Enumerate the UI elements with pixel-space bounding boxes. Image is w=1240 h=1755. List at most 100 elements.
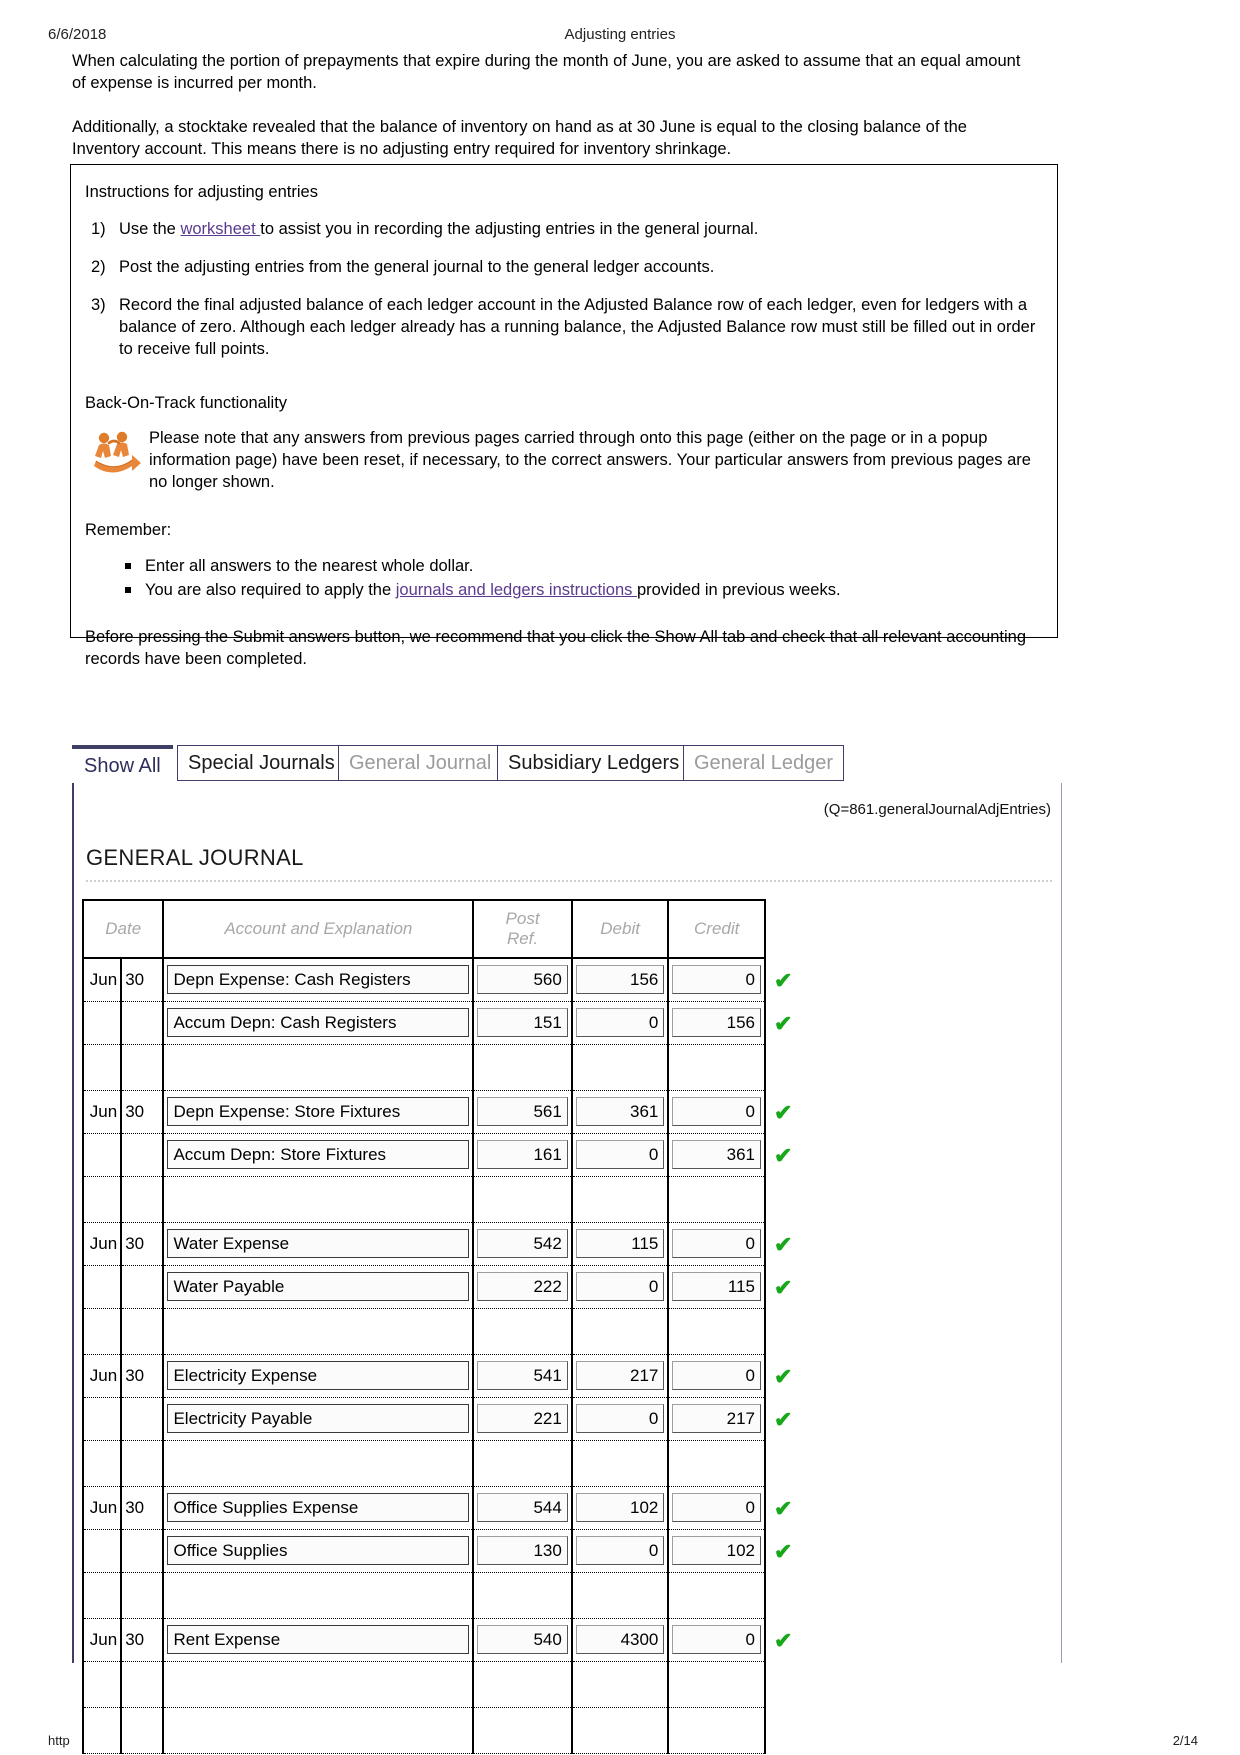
credit-input[interactable]: 0 <box>672 1493 761 1522</box>
cell-date-month: Jun <box>81 1618 123 1662</box>
tab-general-journal[interactable]: General Journal <box>338 745 503 781</box>
cell-date-month <box>81 1397 123 1441</box>
tab-general-ledger[interactable]: General Ledger <box>683 745 844 781</box>
cell-post-ref: 544 <box>472 1486 573 1530</box>
post-ref-input[interactable]: 544 <box>477 1493 568 1522</box>
worksheet-link[interactable]: worksheet <box>180 220 260 238</box>
cell-post-ref <box>472 1707 573 1754</box>
account-input[interactable]: Water Expense <box>167 1229 470 1258</box>
credit-input[interactable]: 0 <box>672 1097 761 1126</box>
tab-special-journals[interactable]: Special Journals <box>177 745 346 781</box>
row-correct-check-icon: ✔ <box>774 1010 793 1036</box>
instruction-text-2: Post the adjusting entries from the gene… <box>119 258 715 276</box>
journals-and-ledgers-instructions-link[interactable]: journals and ledgers instructions <box>396 581 637 599</box>
cell-debit: 0 <box>570 1133 670 1177</box>
debit-input[interactable]: 0 <box>575 1008 665 1037</box>
credit-input[interactable]: 217 <box>672 1404 761 1433</box>
remember-text-2-post: provided in previous weeks. <box>636 581 841 599</box>
print-title: Adjusting entries <box>564 26 676 43</box>
row-correct-check-icon: ✔ <box>774 1363 793 1389</box>
cell-debit <box>570 1661 670 1708</box>
intro-text: When calculating the portion of prepayme… <box>72 50 1034 182</box>
account-input[interactable]: Office Supplies <box>167 1536 470 1565</box>
account-input[interactable]: Accum Depn: Cash Registers <box>167 1008 470 1037</box>
account-input[interactable]: Electricity Payable <box>167 1404 470 1433</box>
debit-input[interactable]: 4300 <box>575 1625 665 1654</box>
post-ref-input[interactable]: 151 <box>477 1008 568 1037</box>
general-journal-table: Date Account and Explanation Post Ref. D… <box>81 899 766 1754</box>
debit-input[interactable]: 0 <box>575 1404 665 1433</box>
instructions-box: Instructions for adjusting entries 1) Use… <box>70 164 1058 668</box>
row-correct-check-icon: ✔ <box>774 1231 793 1257</box>
cell-date-month <box>81 1440 123 1487</box>
cell-post-ref <box>472 1308 573 1355</box>
cell-account: Rent Expense <box>162 1618 475 1662</box>
debit-input[interactable]: 115 <box>575 1229 665 1258</box>
cell-credit <box>667 1044 766 1091</box>
cell-post-ref: 561 <box>472 1090 573 1134</box>
credit-input[interactable]: 102 <box>672 1536 761 1565</box>
cell-post-ref: 541 <box>472 1354 573 1398</box>
post-ref-input[interactable]: 161 <box>477 1140 568 1169</box>
account-input[interactable]: Accum Depn: Store Fixtures <box>167 1140 470 1169</box>
cell-account: Depn Expense: Cash Registers <box>162 958 475 1002</box>
cell-debit: 217 <box>570 1354 670 1398</box>
account-input[interactable]: Depn Expense: Cash Registers <box>167 965 470 995</box>
instructions-list: 1) Use the worksheet to assist you in rec… <box>83 218 1037 360</box>
cell-post-ref: 540 <box>472 1618 573 1662</box>
account-input[interactable]: Electricity Expense <box>167 1361 470 1390</box>
credit-input[interactable]: 115 <box>672 1272 761 1301</box>
credit-input[interactable]: 0 <box>672 1625 761 1654</box>
post-ref-input[interactable]: 561 <box>477 1097 568 1126</box>
debit-input[interactable]: 156 <box>575 965 665 995</box>
cell-account <box>162 1572 475 1619</box>
column-header-post-line1: Post <box>505 909 540 928</box>
debit-input[interactable]: 0 <box>575 1140 665 1169</box>
remember-item-1: Enter all answers to the nearest whole d… <box>125 554 1037 578</box>
post-ref-input[interactable]: 541 <box>477 1361 568 1390</box>
cell-date-day <box>120 1440 165 1487</box>
tab-subsidiary-ledgers[interactable]: Subsidiary Ledgers <box>497 745 691 781</box>
cell-date-month: Jun <box>81 1222 123 1266</box>
post-ref-input[interactable]: 222 <box>477 1272 568 1301</box>
debit-input[interactable]: 102 <box>575 1493 665 1522</box>
cell-credit: 0 <box>667 1486 766 1530</box>
account-input[interactable]: Depn Expense: Store Fixtures <box>167 1097 470 1126</box>
remember-title: Remember: <box>85 521 172 539</box>
remember-item-2: You are also required to apply the journ… <box>125 578 1037 602</box>
debit-input[interactable]: 361 <box>575 1097 665 1126</box>
cell-date-month: Jun <box>81 1090 123 1134</box>
cell-account <box>162 1707 475 1754</box>
credit-input[interactable]: 361 <box>672 1140 761 1169</box>
post-ref-input[interactable]: 540 <box>477 1625 568 1654</box>
credit-input[interactable]: 0 <box>672 1229 761 1258</box>
credit-input[interactable]: 156 <box>672 1008 761 1037</box>
heading-divider <box>86 880 1052 882</box>
account-input[interactable]: Water Payable <box>167 1272 470 1301</box>
post-ref-input[interactable]: 560 <box>477 965 568 995</box>
cell-account: Office Supplies <box>162 1529 475 1573</box>
journal-table-body: Jun 30 Depn Expense: Cash Registers 560 156 0… <box>81 958 766 1754</box>
cell-date-day: 30 <box>120 1222 165 1266</box>
debit-input[interactable]: 0 <box>575 1272 665 1301</box>
debit-input[interactable]: 217 <box>575 1361 665 1390</box>
instruction-item-3: 3) Record the final adjusted balance of e… <box>83 294 1037 360</box>
credit-input[interactable]: 0 <box>672 1361 761 1390</box>
account-input[interactable]: Rent Expense <box>167 1625 470 1654</box>
cell-post-ref <box>472 1440 573 1487</box>
cell-debit <box>570 1707 670 1754</box>
account-input[interactable]: Office Supplies Expense <box>167 1493 470 1522</box>
debit-input[interactable]: 0 <box>575 1536 665 1565</box>
tab-show-all[interactable]: Show All <box>72 745 173 781</box>
instructions-title: Instructions for adjusting entries <box>85 183 318 201</box>
credit-input[interactable]: 0 <box>672 965 761 995</box>
post-ref-input[interactable]: 542 <box>477 1229 568 1258</box>
cell-post-ref: 151 <box>472 1001 573 1045</box>
row-correct-check-icon: ✔ <box>774 1495 793 1521</box>
post-ref-input[interactable]: 221 <box>477 1404 568 1433</box>
cell-debit: 4300 <box>570 1618 670 1662</box>
post-ref-input[interactable]: 130 <box>477 1536 568 1565</box>
cell-debit <box>570 1044 670 1091</box>
cell-post-ref: 542 <box>472 1222 573 1266</box>
journal-entry-row: Jun 30 Electricity Expense 541 217 0 <box>81 1354 766 1398</box>
